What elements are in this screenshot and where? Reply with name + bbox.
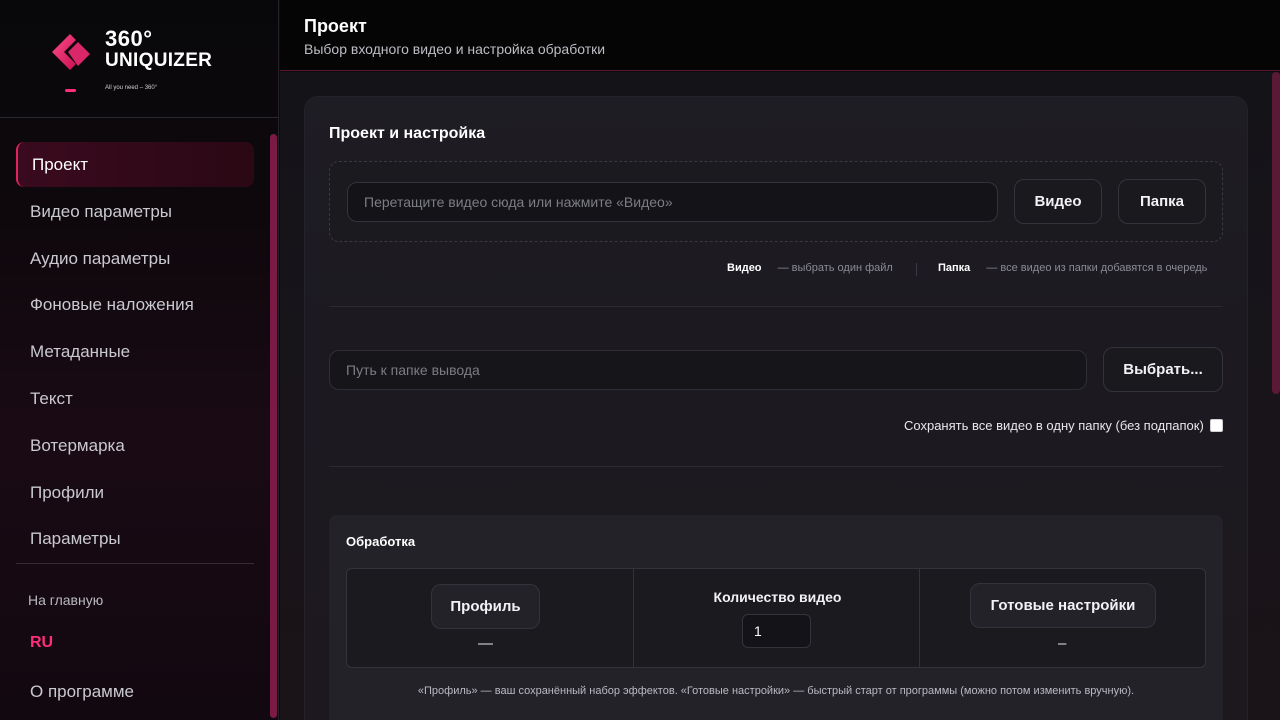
video-path-input[interactable]: Перетащите видео сюда или нажмите «Видео… <box>347 182 998 222</box>
section-divider <box>329 466 1223 467</box>
profile-button[interactable]: Профиль <box>431 584 540 629</box>
hint-video-key: Видео <box>727 262 762 274</box>
sidebar-item-parameters[interactable]: Параметры <box>16 516 254 561</box>
sidebar-item-watermark[interactable]: Вотермарка <box>16 423 254 468</box>
processing-grid: Профиль — Количество видео 1 Готовые нас… <box>346 568 1206 668</box>
sidebar-nav: Проект Видео параметры Аудио параметры Ф… <box>16 142 254 563</box>
main-content: Проект и настройка Перетащите видео сюда… <box>280 72 1280 720</box>
sidebar-item-metadata[interactable]: Метаданные <box>16 329 254 374</box>
sidebar-item-audio-params[interactable]: Аудио параметры <box>16 236 254 281</box>
presets-value: – <box>1058 635 1067 652</box>
project-card: Проект и настройка Перетащите видео сюда… <box>304 96 1248 720</box>
folder-button[interactable]: Папка <box>1118 179 1206 224</box>
brand-tagline: All you need – 360° <box>105 85 158 91</box>
sidebar-item-text[interactable]: Текст <box>16 376 254 421</box>
output-folder-input[interactable]: Путь к папке вывода <box>329 350 1087 390</box>
hint-folder: Папка — все видео из папки добавятся в о… <box>938 262 1207 274</box>
sidebar: 360° UNIQUIZER All you need – 360° Проек… <box>0 0 279 720</box>
card-title: Проект и настройка <box>329 125 486 142</box>
brand-line-2: UNIQUIZER <box>105 50 213 71</box>
video-count-cell: Количество видео 1 <box>633 569 920 667</box>
page-title: Проект <box>304 16 367 36</box>
processing-note: «Профиль» — ваш сохранённый набор эффект… <box>417 685 1135 697</box>
hint-folder-text: — все видео из папки добавятся в очередь <box>986 262 1208 274</box>
sidebar-scrollbar[interactable] <box>270 134 277 718</box>
processing-panel: Обработка Профиль — Количество видео 1 Г… <box>329 515 1223 720</box>
logo-dash <box>65 89 76 92</box>
sidebar-item-project[interactable]: Проект <box>16 142 254 187</box>
hint-folder-key: Папка <box>938 262 971 274</box>
about-link[interactable]: О программе <box>30 682 134 702</box>
sidebar-item-background-overlays[interactable]: Фоновые наложения <box>16 282 254 327</box>
page-subtitle: Выбор входного видео и настройка обработ… <box>304 41 606 57</box>
logo-area: 360° UNIQUIZER All you need – 360° <box>0 0 279 118</box>
hint-video-text: — выбрать один файл <box>777 262 893 274</box>
sidebar-item-video-params[interactable]: Видео параметры <box>16 189 254 234</box>
language-switch[interactable]: RU <box>30 634 53 652</box>
section-divider <box>329 306 1223 307</box>
home-link[interactable]: На главную <box>28 592 103 608</box>
presets-cell: Готовые настройки – <box>920 569 1205 667</box>
page-header: Проект Выбор входного видео и настройка … <box>280 0 1280 71</box>
logo-icon <box>52 34 90 70</box>
save-one-folder-label: Сохранять все видео в одну папку (без по… <box>904 418 1204 433</box>
presets-button[interactable]: Готовые настройки <box>970 583 1156 628</box>
save-one-folder-checkbox[interactable] <box>1210 419 1223 432</box>
hint-separator <box>916 263 917 276</box>
video-count-label: Количество видео <box>713 589 842 605</box>
hint-video: Видео — выбрать один файл <box>727 262 893 274</box>
video-count-input[interactable]: 1 <box>742 614 811 648</box>
profile-cell: Профиль — <box>347 569 633 667</box>
video-button[interactable]: Видео <box>1014 179 1102 224</box>
sidebar-divider <box>16 563 254 564</box>
brand-line-1: 360° <box>105 26 153 51</box>
processing-title: Обработка <box>346 534 416 549</box>
choose-folder-button[interactable]: Выбрать... <box>1103 347 1223 392</box>
profile-value: — <box>478 635 493 652</box>
main-scrollbar[interactable] <box>1272 72 1280 394</box>
video-drop-zone[interactable]: Перетащите видео сюда или нажмите «Видео… <box>329 161 1223 242</box>
sidebar-item-profiles[interactable]: Профили <box>16 470 254 515</box>
